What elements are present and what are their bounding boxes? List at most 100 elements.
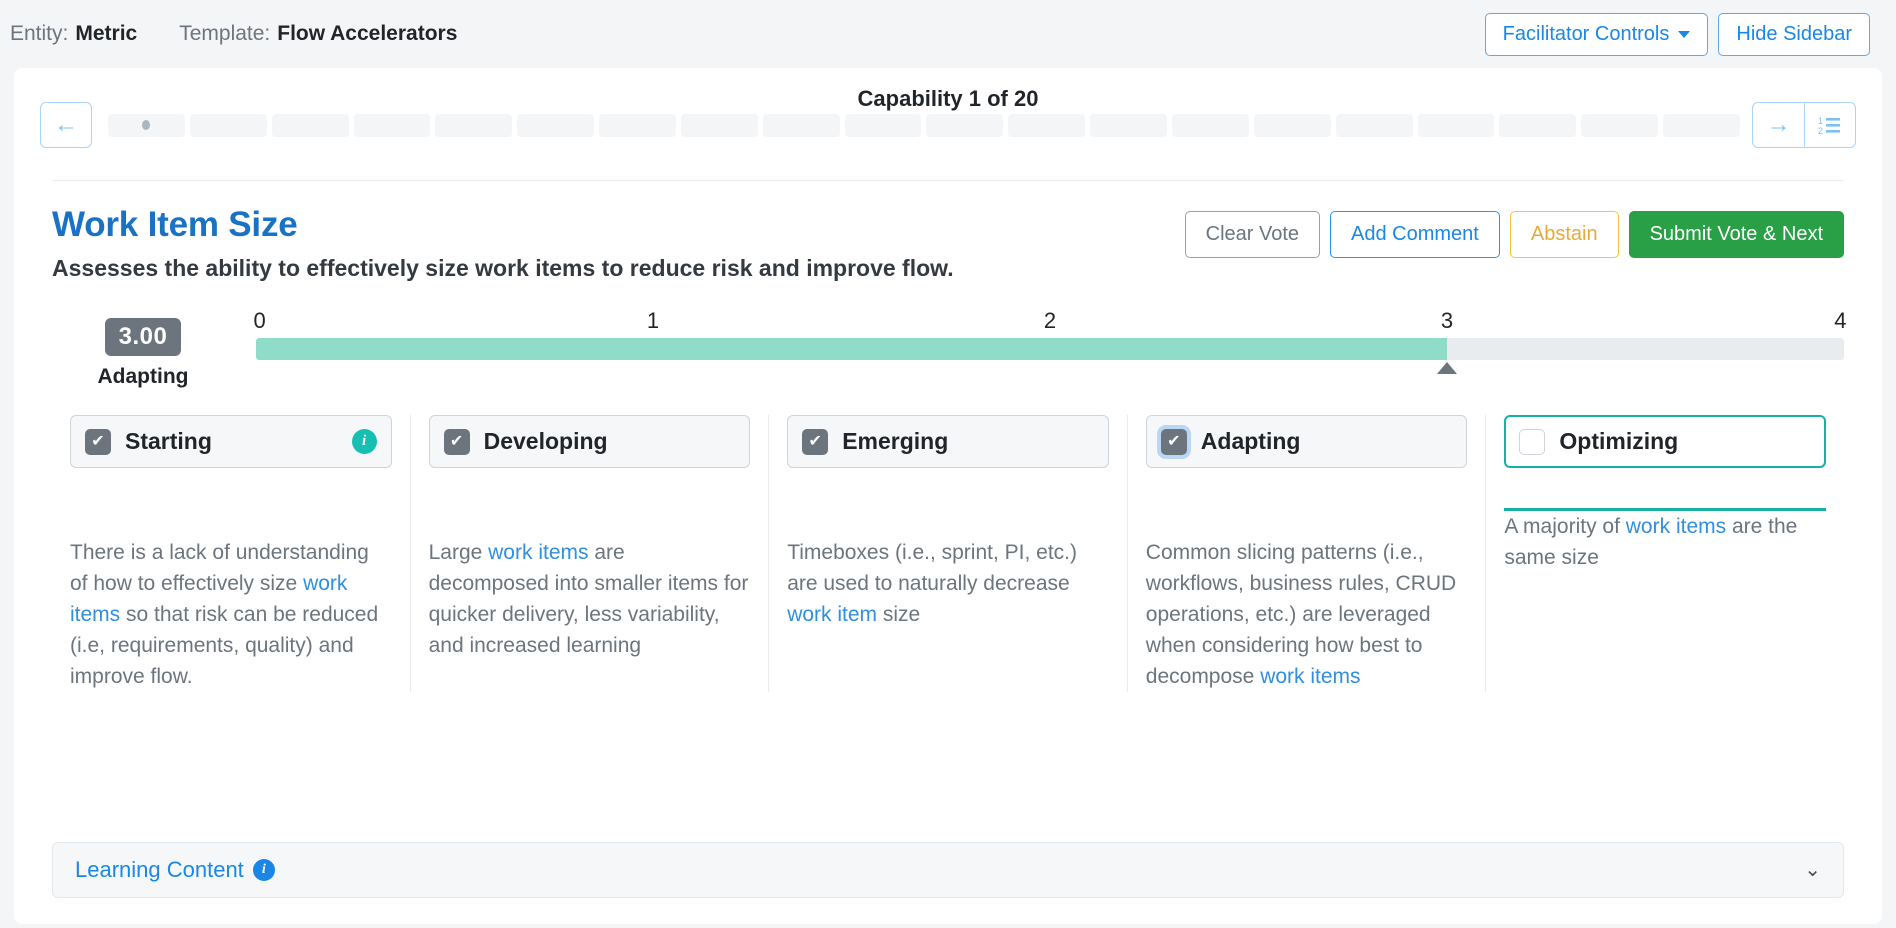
capability-segment[interactable] [599,113,676,137]
capability-segment[interactable] [1253,113,1331,137]
capability-segment[interactable] [926,113,1004,137]
capability-segment[interactable] [353,113,431,137]
capability-segment[interactable] [517,113,595,137]
score-marker-icon [1437,362,1457,374]
abstain-button[interactable]: Abstain [1509,211,1619,258]
maturity-level-label: Developing [483,428,608,454]
maturity-level-option-emerging[interactable]: ✔ Emerging [787,415,1109,468]
capability-segment[interactable] [1417,113,1495,137]
info-icon[interactable]: i [351,429,377,454]
next-capability-button[interactable]: → [1752,102,1804,148]
top-bar-actions: Facilitator Controls Hide Sidebar [1484,12,1870,56]
description-text: A majority of [1504,515,1626,538]
checkbox-icon[interactable]: ✔ [802,428,829,455]
vote-actions: Clear Vote Add Comment Abstain Submit Vo… [1184,205,1844,258]
maturity-level-label: Starting [125,428,212,454]
hide-sidebar-button[interactable]: Hide Sidebar [1718,12,1870,56]
svg-text:1: 1 [1818,116,1823,126]
maturity-level-description: Large work items are decomposed into sma… [429,537,751,661]
maturity-level-column: Optimizing A majority of work items are t… [1486,415,1844,692]
entity-value: Metric [75,22,138,45]
scale-tick-label: 4 [1834,308,1847,333]
capability-nav: Capability 1 of 20 ← → 1 2 [14,68,1882,160]
chevron-down-icon: ⌄ [1804,859,1821,881]
capability-segment[interactable] [1335,113,1413,137]
facilitator-controls-label: Facilitator Controls [1502,22,1670,45]
capability-segment[interactable] [271,113,349,137]
maturity-level-description: There is a lack of understanding of how … [70,537,392,692]
scale-ticks: 0 1 2 3 4 [253,308,1847,338]
numbered-list-icon: 1 2 [1818,116,1840,135]
svg-text:2: 2 [1818,126,1823,135]
maturity-level-description: Timeboxes (i.e., sprint, PI, etc.) are u… [787,537,1109,630]
capability-segment[interactable] [1663,113,1740,137]
score-badge: 3.00 [104,318,182,356]
glossary-link[interactable]: work item [787,603,877,626]
score-summary: 3.00 Adapting [52,308,234,389]
capability-segment[interactable] [189,113,267,137]
capability-segment[interactable] [108,113,185,137]
clear-vote-button[interactable]: Clear Vote [1184,211,1321,258]
checkbox-icon[interactable]: ✔ [1160,428,1187,455]
arrow-left-icon: ← [54,111,78,138]
chevron-down-icon [1678,30,1691,38]
score-level-label: Adapting [97,365,189,388]
description-text: size [877,603,921,627]
description-text: Timeboxes (i.e., sprint, PI, etc.) are u… [787,541,1077,596]
glossary-link[interactable]: work items [1260,665,1360,688]
checkbox-icon[interactable] [1519,428,1546,455]
maturity-level-option-developing[interactable]: ✔ Developing [428,415,751,468]
previous-capability-button[interactable]: ← [40,102,92,148]
hide-sidebar-label: Hide Sidebar [1736,22,1852,45]
scale-tick-label: 1 [646,308,660,333]
top-bar: Entity: Metric Template: Flow Accelerato… [0,0,1896,68]
capability-segment[interactable] [1090,113,1167,137]
glossary-link[interactable]: work items [488,541,588,564]
maturity-levels: ✔ Starting i There is a lack of understandi… [14,389,1882,693]
maturity-level-column: ✔ Starting i There is a lack of understandi… [52,415,411,693]
learning-content-label: Learning Content [75,857,244,882]
capability-description: Assesses the ability to effectively size… [52,255,954,281]
capability-segment[interactable] [1499,113,1577,137]
capability-progress-track [108,113,1740,137]
score-bar [256,338,1844,360]
maturity-level-label: Emerging [842,428,949,454]
maturity-level-description: Common slicing patterns (i.e., workflows… [1146,537,1468,692]
capability-segment[interactable] [435,113,513,137]
capability-segment[interactable] [762,113,840,137]
capability-counter: Capability 1 of 20 [857,86,1039,111]
info-icon[interactable]: i [252,859,275,881]
score-bar-fill [256,338,1447,360]
scale-tick-label: 0 [253,308,266,333]
learning-content-panel[interactable]: Learning Content i ⌄ [52,842,1844,898]
arrow-right-icon: → [1766,111,1791,138]
maturity-level-label: Optimizing [1559,428,1679,454]
capability-segment[interactable] [680,113,758,137]
maturity-level-option-adapting[interactable]: ✔ Adapting [1145,415,1468,468]
checkbox-icon[interactable]: ✔ [443,428,470,455]
main-card: Capability 1 of 20 ← → 1 2 Work Item Siz… [14,68,1882,924]
current-capability-dot-icon [142,120,151,130]
description-text: Large [428,541,489,564]
glossary-link[interactable]: work items [1626,515,1726,538]
capability-nav-right: → 1 2 [1752,102,1856,148]
maturity-level-option-optimizing[interactable]: Optimizing [1504,415,1826,468]
maturity-level-option-starting[interactable]: ✔ Starting i [70,415,392,468]
capability-segment[interactable] [1171,113,1249,137]
maturity-level-column: ✔ Emerging Timeboxes (i.e., sprint, PI, et… [769,415,1128,693]
capability-segment[interactable] [1581,113,1659,137]
add-comment-button[interactable]: Add Comment [1330,211,1500,258]
capability-list-button[interactable]: 1 2 [1804,102,1856,148]
template-label: Template: [179,22,271,45]
checkbox-icon[interactable]: ✔ [85,428,111,455]
capability-segment[interactable] [1008,113,1086,137]
score-scale: 0 1 2 3 4 [234,308,1847,376]
submit-vote-next-button[interactable]: Submit Vote & Next [1628,211,1844,258]
maturity-level-column: ✔ Adapting Common slicing patterns (i.e., … [1128,415,1487,693]
capability-header: Work Item Size Assesses the ability to e… [14,181,1882,282]
score-marker-row [256,360,1844,376]
facilitator-controls-button[interactable]: Facilitator Controls [1484,12,1709,56]
maturity-level-description: A majority of work items are the same si… [1504,511,1826,573]
capability-header-text: Work Item Size Assesses the ability to e… [52,205,1185,282]
capability-segment[interactable] [844,113,922,137]
